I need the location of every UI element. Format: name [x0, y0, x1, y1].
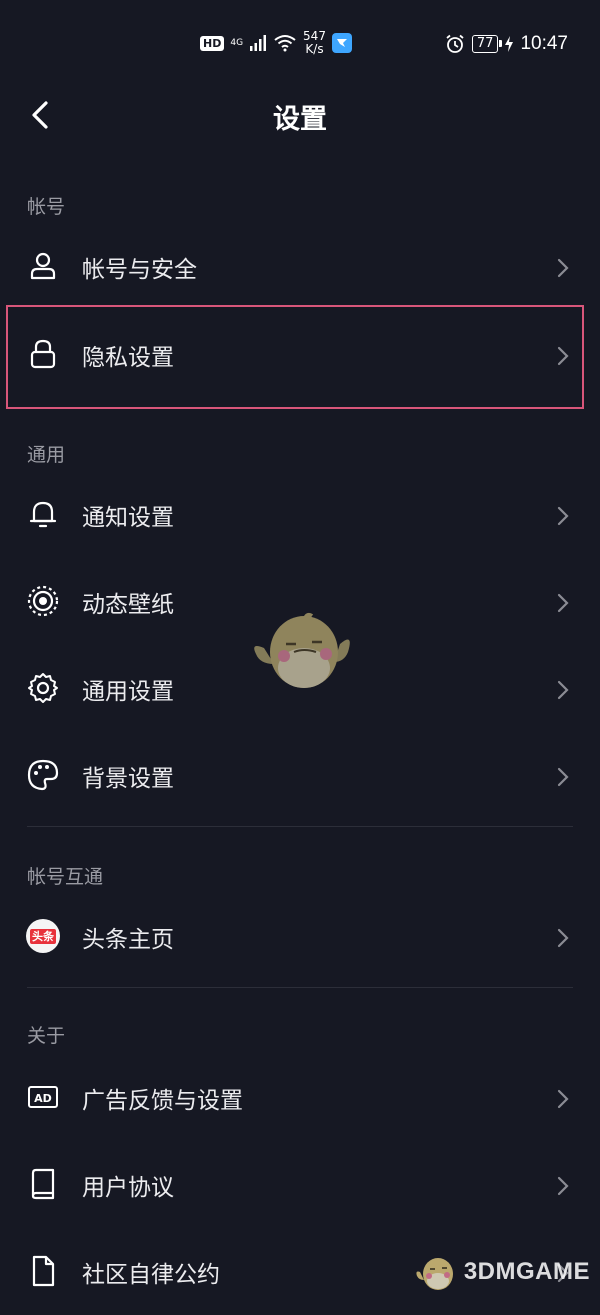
document-icon: [32, 1255, 55, 1287]
account-security-label: 帐号与安全: [82, 257, 197, 283]
highlight-box: [6, 305, 584, 409]
toutiao-home-item[interactable]: 头条 头条主页: [0, 894, 600, 980]
chevron-right-icon: [557, 767, 569, 787]
user-agreement-item[interactable]: 用户协议: [0, 1142, 600, 1228]
network-type: 4G: [230, 37, 244, 48]
speed-unit: K/s: [305, 42, 324, 56]
signal-icon: [250, 35, 267, 51]
mascot-logo-icon: [416, 1258, 453, 1290]
background-settings-item[interactable]: 背景设置: [0, 733, 600, 819]
community-rules-label: 社区自律公约: [82, 1262, 220, 1288]
section-title-general: 通用: [27, 444, 66, 466]
toutiao-logo-icon: 头条: [26, 919, 60, 953]
page-header: 设置: [0, 85, 600, 145]
status-bar: HD 4G 547 K/s 77 10:47: [0, 0, 600, 90]
chevron-right-icon: [557, 506, 569, 526]
notification-settings-item[interactable]: 通知设置: [0, 472, 600, 558]
charging-icon: [505, 36, 514, 52]
wifi-icon: [274, 35, 296, 52]
page-title: 设置: [273, 104, 327, 135]
gear-icon: [28, 673, 58, 703]
ad-icon-text: AD: [34, 1092, 52, 1105]
alarm-icon: [446, 34, 464, 53]
background-settings-label: 背景设置: [82, 766, 174, 792]
chevron-right-icon: [557, 1176, 569, 1196]
chevron-right-icon: [557, 258, 569, 278]
account-security-item[interactable]: 帐号与安全: [0, 224, 600, 310]
divider: [27, 987, 573, 988]
live-wallpaper-icon: [27, 585, 59, 617]
watermark-text: 3DMGAME: [463, 1258, 590, 1285]
section-title-linked: 帐号互通: [27, 866, 104, 888]
ad-feedback-label: 广告反馈与设置: [82, 1088, 243, 1114]
ad-icon: AD: [28, 1086, 58, 1108]
toutiao-home-label: 头条主页: [82, 927, 174, 953]
battery-indicator: 77: [471, 35, 502, 53]
hd-badge: HD: [200, 35, 225, 51]
network-speed: 547 K/s: [303, 30, 326, 56]
mascot-watermark-image: [254, 612, 350, 688]
clock: 10:47: [520, 33, 568, 54]
bell-icon: [29, 501, 57, 528]
user-agreement-label: 用户协议: [82, 1175, 174, 1201]
chevron-right-icon: [557, 1089, 569, 1109]
section-title-about: 关于: [27, 1025, 66, 1047]
live-wallpaper-label: 动态壁纸: [82, 592, 174, 618]
book-icon: [31, 1168, 55, 1200]
app-notification-icon: [331, 33, 352, 53]
chevron-right-icon: [557, 680, 569, 700]
palette-icon: [27, 759, 59, 791]
notification-settings-label: 通知设置: [82, 505, 174, 531]
status-right: 77 10:47: [445, 33, 568, 55]
user-icon: [30, 252, 56, 280]
chevron-right-icon: [557, 928, 569, 948]
site-watermark: 3DMGAME: [414, 1252, 590, 1292]
ad-feedback-item[interactable]: AD 广告反馈与设置: [0, 1055, 600, 1141]
toutiao-logo-text: 头条: [30, 928, 56, 944]
section-title-account: 帐号: [27, 196, 66, 218]
general-settings-label: 通用设置: [82, 679, 174, 705]
status-left: HD 4G 547 K/s: [200, 30, 352, 56]
chevron-right-icon: [557, 593, 569, 613]
divider: [27, 826, 573, 827]
